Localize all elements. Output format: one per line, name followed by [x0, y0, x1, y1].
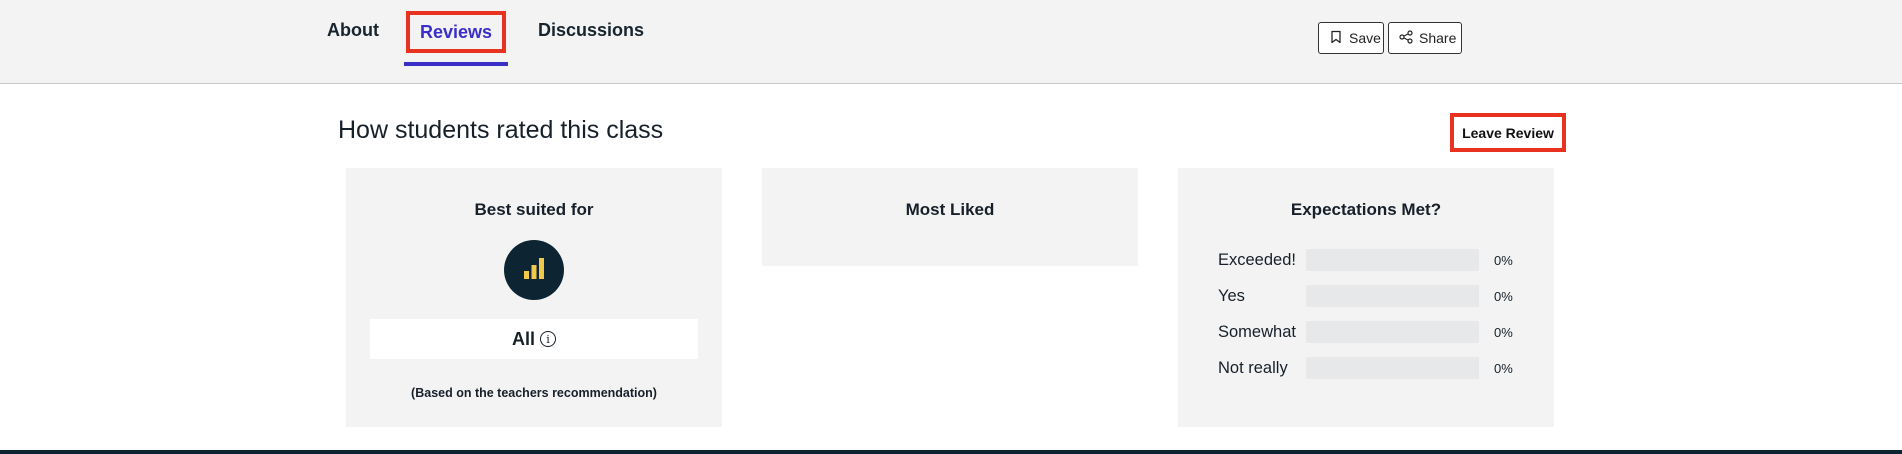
expectation-percent: 0%: [1494, 324, 1513, 340]
info-icon[interactable]: i: [540, 331, 556, 347]
share-button[interactable]: Share: [1388, 22, 1462, 54]
recommendation-note: (Based on the teachers recommendation): [411, 386, 657, 400]
expectation-bar: [1306, 321, 1479, 343]
bookmark-icon: [1329, 30, 1343, 47]
expectation-label: Exceeded!: [1218, 250, 1296, 269]
active-tab-indicator: [404, 62, 508, 66]
share-icon: [1399, 29, 1413, 47]
save-button-label: Save: [1349, 30, 1381, 46]
expectations-card: Expectations Met? Exceeded! 0% Yes 0% So…: [1178, 168, 1554, 427]
tab-reviews[interactable]: Reviews: [406, 11, 506, 53]
expectation-label: Yes: [1218, 286, 1245, 305]
best-suited-title: Best suited for: [474, 200, 594, 219]
footer-divider: [0, 450, 1902, 454]
most-liked-title: Most Liked: [905, 200, 995, 219]
expectation-row-yes: Yes 0%: [1218, 284, 1528, 308]
level-value: All: [511, 328, 535, 349]
tab-about[interactable]: About: [327, 20, 379, 41]
expectation-label: Not really: [1218, 358, 1288, 377]
signal-bars-icon: [521, 255, 547, 286]
expectation-row-not-really: Not really 0%: [1218, 356, 1528, 380]
expectation-percent: 0%: [1494, 360, 1513, 376]
page-title: How students rated this class: [338, 116, 664, 144]
leave-review-label: Leave Review: [1462, 124, 1554, 141]
expectation-percent: 0%: [1494, 252, 1513, 268]
share-button-label: Share: [1419, 30, 1457, 46]
most-liked-card: Most Liked: [762, 168, 1138, 266]
level-value-box: All i: [370, 319, 698, 359]
best-suited-card: Best suited for All i (Based on the teac…: [346, 168, 722, 427]
tab-reviews-label: Reviews: [419, 21, 493, 42]
save-button[interactable]: Save: [1318, 22, 1384, 54]
expectation-row-somewhat: Somewhat 0%: [1218, 320, 1528, 344]
tab-discussions[interactable]: Discussions: [538, 20, 644, 41]
expectations-title: Expectations Met?: [1290, 200, 1442, 219]
top-navigation-bar: About Reviews Discussions Save Share: [0, 0, 1902, 84]
expectation-label: Somewhat: [1218, 322, 1296, 341]
expectation-bar: [1306, 357, 1479, 379]
expectation-bar: [1306, 249, 1479, 271]
level-badge: [504, 240, 564, 300]
expectation-row-exceeded: Exceeded! 0%: [1218, 248, 1528, 272]
leave-review-button[interactable]: Leave Review: [1450, 113, 1566, 152]
expectation-percent: 0%: [1494, 288, 1513, 304]
expectation-bar: [1306, 285, 1479, 307]
